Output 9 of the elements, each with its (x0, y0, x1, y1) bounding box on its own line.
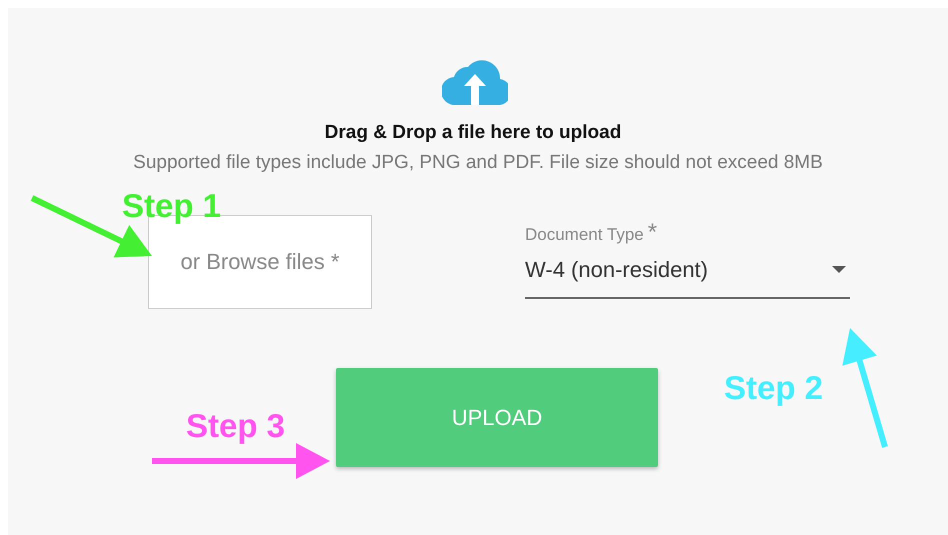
required-mark: * (648, 221, 658, 245)
file-types-note: Supported file types include JPG, PNG and PDF. File size should not exceed 8MB (133, 152, 823, 174)
upload-button[interactable]: UPLOAD (336, 368, 658, 467)
step-label: Step 2 (724, 370, 824, 406)
caret-icon (832, 266, 846, 274)
document-type-dropdown[interactable]: W-4 (non-resident) (525, 247, 850, 299)
document-type-label: Document Type (525, 225, 644, 245)
step-label: Step 3 (186, 408, 286, 444)
drop-heading: Drag & Drop a file here to upload (324, 122, 622, 144)
